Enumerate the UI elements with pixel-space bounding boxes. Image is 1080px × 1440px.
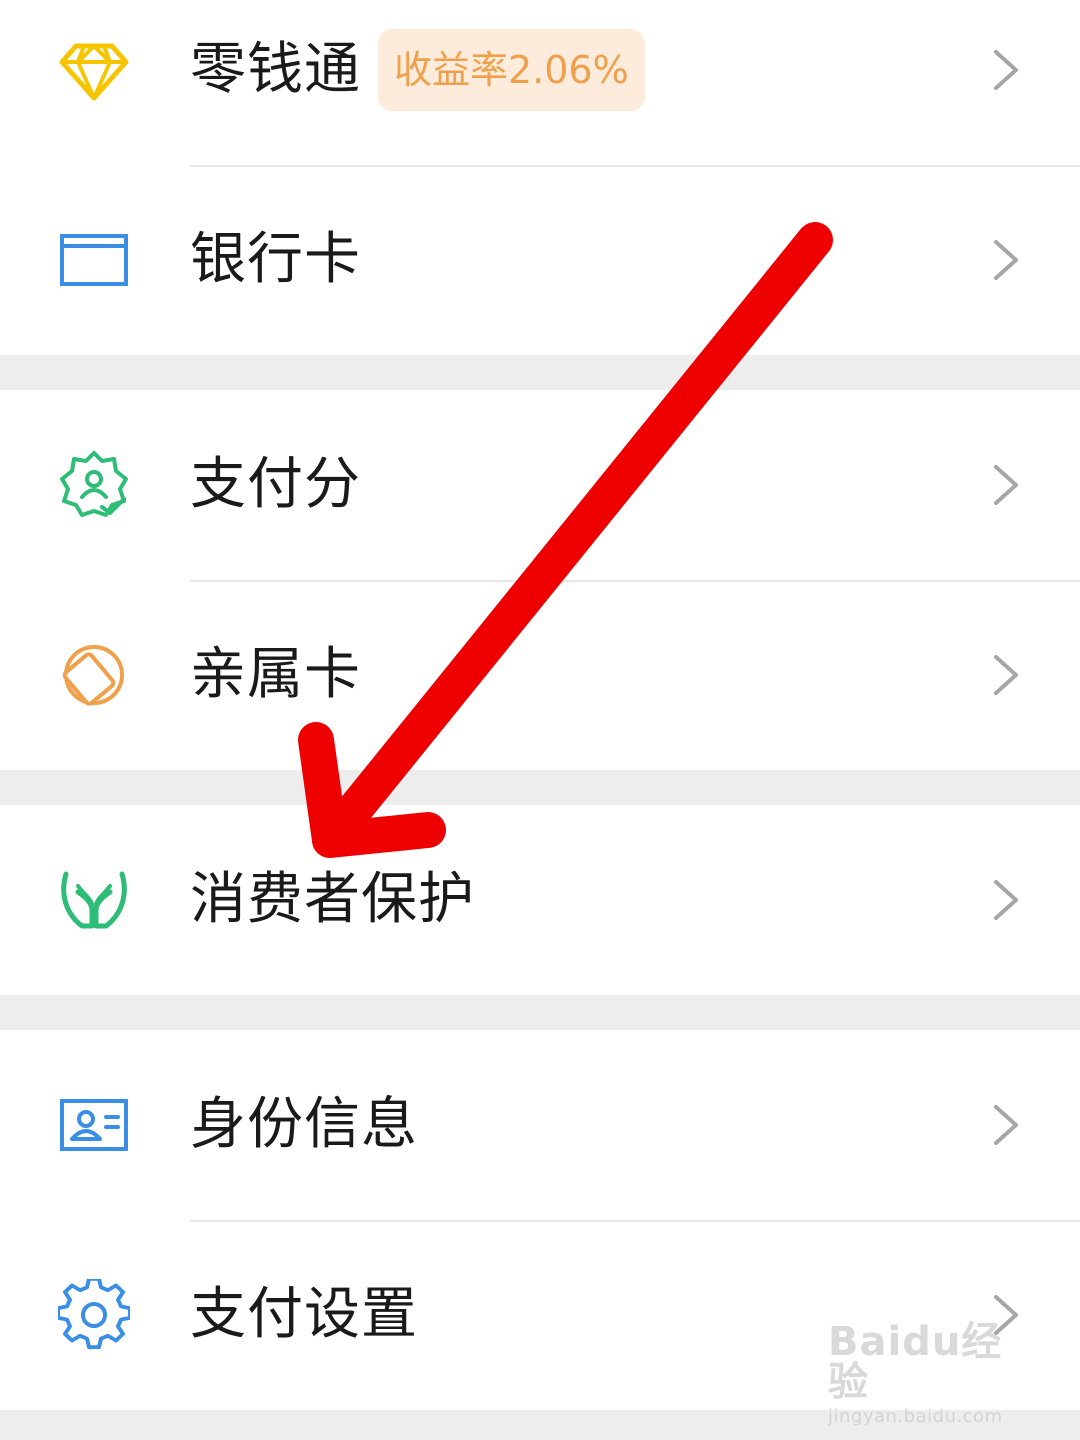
menu-item-family-card[interactable]: 亲属卡 xyxy=(0,580,1080,770)
watermark-main: Baidu经验 xyxy=(828,1319,1003,1405)
chevron-right-icon xyxy=(990,878,1022,922)
yield-rate-badge: 收益率2.06% xyxy=(378,29,645,111)
baidu-jingyan-watermark: Baidu经验 jingyan.baidu.com xyxy=(828,1322,1028,1428)
menu-item-consumer-protection[interactable]: 消费者保护 xyxy=(0,805,1080,995)
protection-hands-icon xyxy=(58,864,130,936)
menu-item-change-wallet[interactable]: 零钱通 收益率2.06% xyxy=(0,0,1080,165)
watermark-url: jingyan.baidu.com xyxy=(828,1406,1003,1427)
menu-item-label: 消费者保护 xyxy=(190,867,475,932)
menu-item-label: 银行卡 xyxy=(190,227,361,292)
chevron-right-icon xyxy=(990,48,1022,92)
diamond-icon xyxy=(58,34,130,106)
credit-group: 支付分 亲属卡 xyxy=(0,390,1080,770)
menu-item-label: 零钱通 xyxy=(190,37,361,102)
menu-item-identity-info[interactable]: 身份信息 xyxy=(0,1030,1080,1220)
credit-score-badge-icon xyxy=(58,449,130,521)
bank-card-icon xyxy=(58,224,130,296)
menu-item-credit-score[interactable]: 支付分 xyxy=(0,390,1080,580)
gear-icon xyxy=(58,1279,130,1351)
menu-item-label: 支付设置 xyxy=(190,1282,418,1347)
menu-item-label: 亲属卡 xyxy=(190,642,361,707)
wallet-group: 零钱通 收益率2.06% 银行卡 xyxy=(0,0,1080,355)
chevron-right-icon xyxy=(990,463,1022,507)
chevron-right-icon xyxy=(990,1103,1022,1147)
chevron-right-icon xyxy=(990,653,1022,697)
menu-item-label: 支付分 xyxy=(190,452,361,517)
chevron-right-icon xyxy=(990,238,1022,282)
id-card-icon xyxy=(58,1089,130,1161)
family-card-icon xyxy=(58,639,130,711)
protection-group: 消费者保护 xyxy=(0,805,1080,995)
menu-item-label: 身份信息 xyxy=(190,1092,418,1157)
menu-item-bank-card[interactable]: 银行卡 xyxy=(0,165,1080,355)
